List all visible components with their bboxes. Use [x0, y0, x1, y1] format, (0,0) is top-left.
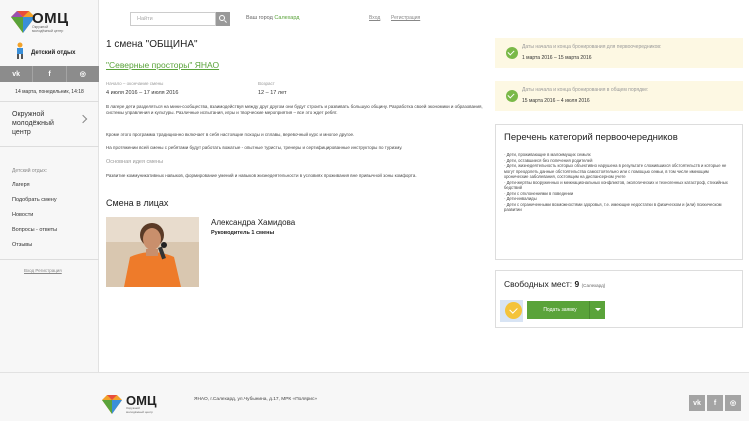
vk-icon[interactable]: vk — [0, 66, 34, 82]
star-check-icon — [505, 302, 522, 319]
booking-priority-notice: Даты начала и конца бронирования для пер… — [495, 38, 743, 68]
list-item: Дети, жизнедеятельность которых объектив… — [504, 163, 734, 180]
instagram-icon[interactable]: ◎ — [67, 66, 99, 82]
child-icon — [17, 42, 23, 59]
brand-subtitle: Окружной молодёжный центр — [32, 25, 64, 33]
free-places-label: Свободных мест: — [504, 279, 573, 289]
idea-text: Развитие коммуникативных навыков, формир… — [106, 173, 417, 178]
sidebar-item-reviews[interactable]: Отзывы — [12, 242, 32, 248]
search-input[interactable]: Найти — [130, 12, 216, 26]
free-places-count: 9 — [574, 279, 580, 289]
notice-value: 15 марта 2016 – 4 июля 2016 — [522, 98, 590, 104]
faces-heading: Смена в лицах — [106, 198, 169, 208]
sidebar-okr-link[interactable]: Окружной молодёжный центр — [12, 110, 72, 137]
description-para: В лагере дети разделяться на мини-сообще… — [106, 104, 483, 115]
sidebar-login-link[interactable]: Вход Регистрация — [24, 268, 62, 273]
idea-label: Основная идея смены — [106, 159, 164, 165]
sidebar-section-label: Детский отдых: — [12, 168, 48, 174]
categories-panel: Перечень категорий первоочередников Дети… — [495, 124, 743, 260]
current-date: 14 марта, понедельник, 14:18 — [15, 89, 84, 95]
person-role: Руководитель 1 смены — [211, 230, 275, 236]
notice-label: Даты начала и конца бронирования в общем… — [522, 87, 649, 93]
chevron-right-icon[interactable] — [78, 114, 88, 124]
booking-panel: Свободных мест: 9 (Салехард) Подать заяв… — [495, 270, 743, 328]
booking-general-notice: Даты начала и конца бронирования в общем… — [495, 81, 743, 111]
notice-label: Даты начала и конца бронирования для пер… — [522, 44, 662, 50]
divider — [0, 146, 99, 147]
facebook-icon[interactable]: f — [33, 66, 67, 82]
camp-link[interactable]: "Северные просторы" ЯНАО — [106, 60, 219, 70]
age-value: 12 – 17 лет — [258, 90, 287, 96]
description-para: На протяжении всей смены с ребятами буду… — [106, 145, 403, 150]
facebook-icon[interactable]: f — [707, 395, 723, 411]
free-places-city: (Салехард) — [581, 283, 606, 288]
categories-list: Дети, проживающие в малоимущих семьях Де… — [504, 152, 734, 213]
period-value: 4 июля 2016 – 17 июля 2016 — [106, 90, 179, 96]
login-link[interactable]: Вход — [369, 15, 380, 21]
free-places: Свободных мест: 9 (Салехард) — [504, 279, 605, 289]
list-item: Дети-жертвы вооруженных и межнациональны… — [504, 180, 734, 191]
button-divider — [589, 301, 590, 319]
section-title: Детский отдых — [31, 50, 76, 56]
period-label: Начало – окончание смены — [106, 81, 164, 86]
description-para: Кроме этого программа традиционно включа… — [106, 132, 355, 137]
check-icon — [506, 47, 518, 59]
sidebar-item-faq[interactable]: Вопросы - ответы — [12, 227, 57, 233]
person-photo — [106, 217, 199, 287]
divider — [0, 259, 99, 260]
list-item: Дети с ограниченными возможностями здоро… — [504, 202, 734, 213]
footer-address: ЯНАО, г.Салехард, ул.Чубынина, д.17, МРК… — [194, 397, 318, 402]
social-bar: vk f ◎ — [0, 66, 99, 82]
city-label: Ваш город — [246, 15, 273, 21]
footer: ОМЦ Окружной молодёжный центр ЯНАО, г.Са… — [0, 372, 749, 421]
page-title: 1 смена "ОБЩИНА" — [106, 39, 198, 50]
instagram-icon[interactable]: ◎ — [725, 395, 741, 411]
sidebar-item-camps[interactable]: Лагеря — [12, 182, 30, 188]
city-selector[interactable]: Ваш город Салехард — [246, 15, 300, 21]
check-icon — [506, 90, 518, 102]
person-name: Александра Хамидова — [211, 218, 296, 227]
notice-value: 1 марта 2016 – 15 марта 2016 — [522, 55, 592, 61]
sidebar-item-news[interactable]: Новости — [12, 212, 33, 218]
city-name[interactable]: Салехард — [274, 15, 299, 21]
divider — [0, 101, 99, 102]
age-label: Возраст — [258, 81, 275, 86]
sidebar: ОМЦ Окружной молодёжный центр Детский от… — [0, 0, 99, 372]
footer-brand-subtitle: Окружной молодёжный центр — [126, 406, 153, 414]
apply-button[interactable]: Подать заявку — [527, 301, 605, 319]
register-link[interactable]: Регистрация — [391, 15, 420, 21]
chevron-down-icon[interactable] — [595, 308, 601, 311]
categories-title: Перечень категорий первоочередников — [504, 132, 678, 143]
sidebar-item-pick-shift[interactable]: Подобрать смену — [12, 197, 57, 203]
vk-icon[interactable]: vk — [689, 395, 705, 411]
